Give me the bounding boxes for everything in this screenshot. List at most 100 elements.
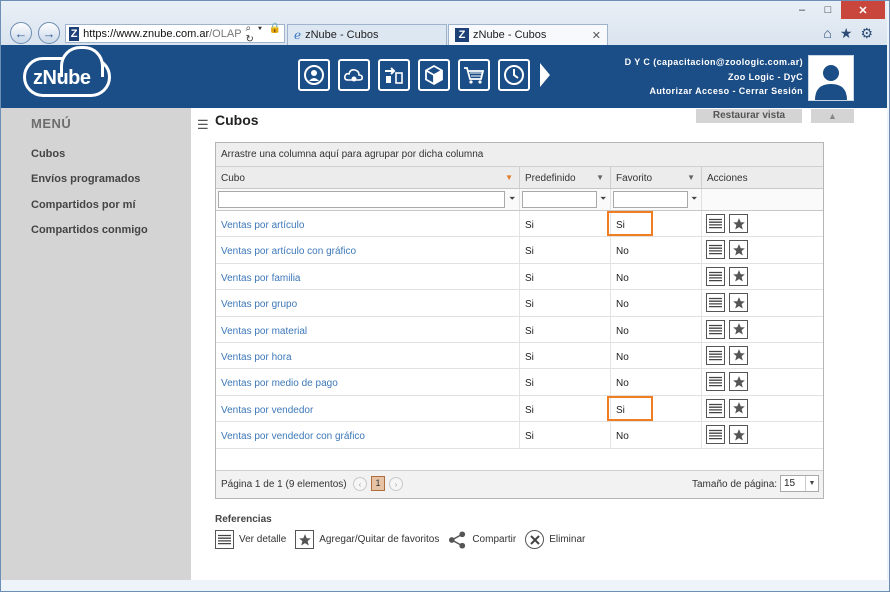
cube-name-link[interactable]: Ventas por artículo con gráfico [216,237,520,263]
predefinido-value: Si [520,395,611,422]
cube-name-link[interactable]: Ventas por vendedor con gráfico [216,422,520,448]
star-icon[interactable] [729,345,748,365]
cube-name-link[interactable]: Ventas por medio de pago [216,369,520,395]
next-page-button[interactable]: › [389,477,403,491]
filter-cell-predefinido: ⏷ [520,189,611,210]
cube-icon[interactable] [418,59,450,91]
star-icon[interactable] [729,372,748,392]
browser-tab-1[interactable]: ℯ zNube - Cubos [287,24,447,45]
grid-header-row: Cubo ▼ Predefinido ▼ Favorito ▼ Acciones [216,167,823,189]
logout-link[interactable]: Cerrar Sesión [739,86,803,96]
authorize-access-link[interactable]: Autorizar Acceso [649,86,729,96]
cloud-settings-icon[interactable] [338,59,370,91]
references-legend: Ver detalle Agregar/Quitar de favoritos … [215,530,594,549]
clock-icon[interactable] [498,59,530,91]
filter-icon[interactable]: ▼ [596,173,604,182]
page-size-select[interactable]: 15 ▼ [780,475,819,492]
cube-name-link[interactable]: Ventas por vendedor [216,395,520,422]
forward-button[interactable]: → [38,22,60,44]
tab-close-icon[interactable]: ✕ [592,29,601,42]
home-icon[interactable]: ⌂ [823,25,831,42]
transfer-icon[interactable] [378,59,410,91]
sidebar-item-compartidos-por-mi[interactable]: Compartidos por mí [31,199,136,211]
list-detail-icon[interactable] [706,240,725,260]
tab-title: zNube - Cubos [473,29,547,41]
avatar[interactable] [808,55,854,101]
filter-input-predefinido[interactable] [522,191,597,208]
cube-name-link[interactable]: Ventas por grupo [216,290,520,316]
gear-icon[interactable]: ⚙ [860,25,873,42]
list-detail-icon[interactable] [706,293,725,313]
filter-input-cubo[interactable] [218,191,505,208]
current-page-button[interactable]: 1 [371,476,385,491]
main-content: ☰ Cubos Restaurar vista ▲ Arrastre una c… [191,108,887,580]
sidebar-item-envios-programados[interactable]: Envíos programados [31,173,140,185]
filter-funnel-icon[interactable]: ⏷ [509,194,515,204]
star-icon[interactable] [729,293,748,313]
star-icon[interactable] [729,319,748,339]
chevron-down-icon[interactable]: ▼ [805,476,818,491]
list-detail-icon[interactable] [706,319,725,339]
cube-name-link[interactable]: Ventas por familia [216,263,520,290]
filter-row: ⏷ ⏷ ⏷ [216,189,823,211]
column-header-predefinido[interactable]: Predefinido ▼ [520,167,611,188]
back-button[interactable]: ← [10,22,32,44]
star-icon[interactable] [729,398,748,418]
list-detail-icon[interactable] [706,398,725,418]
list-detail-icon[interactable] [706,266,725,286]
address-bar[interactable]: Z https://www.znube.com.ar/OLAP ⌕ ▾ 🔒 ↻ [65,23,285,45]
url-path: /OLAP [209,27,242,40]
reference-favoritos: Agregar/Quitar de favoritos [295,530,439,549]
filter-input-favorito[interactable] [613,191,688,208]
column-header-favorito[interactable]: Favorito ▼ [611,167,702,188]
minimize-button[interactable]: – [789,1,815,19]
list-detail-icon[interactable] [706,425,725,445]
column-header-cubo[interactable]: Cubo ▼ [216,167,520,188]
filter-icon[interactable]: ▼ [687,173,695,182]
star-icon[interactable] [729,266,748,286]
prev-page-button[interactable]: ‹ [353,477,367,491]
favorito-cell: No [611,263,702,290]
cube-name-link[interactable]: Ventas por hora [216,342,520,369]
filter-funnel-icon[interactable]: ⏷ [600,194,606,204]
cart-icon[interactable] [458,59,490,91]
next-arrow-icon[interactable] [538,59,552,91]
user-company: Zoo Logic - DyC [728,71,803,82]
list-detail-icon[interactable] [706,372,725,392]
star-icon[interactable] [729,425,748,445]
actions-cell [702,237,823,262]
maximize-button[interactable]: □ [815,1,841,19]
page-size-value: 15 [784,478,796,489]
predefinido-value: Si [520,290,611,316]
collapse-button[interactable]: ▲ [811,109,854,123]
address-tools[interactable]: ⌕ ▾ 🔒 ↻ [246,23,284,45]
close-window-button[interactable]: ✕ [841,1,885,19]
star-icon[interactable] [729,214,748,233]
table-row: Ventas por artículo con gráfico Si No [216,237,823,264]
sidebar-item-compartidos-conmigo[interactable]: Compartidos conmigo [31,224,148,236]
predefinido-value: Si [520,342,611,369]
star-icon[interactable]: ★ [840,25,853,42]
cube-name-link[interactable]: Ventas por material [216,316,520,342]
filter-active-icon[interactable]: ▼ [505,173,513,182]
browser-chrome: – □ ✕ ← → Z https://www.znube.com.ar/OLA… [1,1,887,45]
star-icon[interactable] [729,240,748,260]
list-detail-icon[interactable] [706,345,725,365]
column-header-acciones: Acciones [702,167,823,188]
page-title: Cubos [215,112,259,128]
sync-user-icon[interactable] [298,59,330,91]
browser-tab-2[interactable]: Z zNube - Cubos ✕ [448,24,608,45]
cube-name-link[interactable]: Ventas por artículo [216,211,520,237]
list-detail-icon[interactable] [706,214,725,233]
znube-logo[interactable]: zNube [21,46,116,99]
filter-funnel-icon[interactable]: ⏷ [691,194,697,204]
group-panel[interactable]: Arrastre una columna aquí para agrupar p… [216,143,823,167]
separator: - [732,86,736,96]
hamburger-menu-icon[interactable]: ☰ [197,117,209,133]
table-row: Ventas por grupo Si No [216,290,823,317]
sidebar-item-cubos[interactable]: Cubos [31,148,65,160]
reference-label: Compartir [472,534,517,545]
grid-body: Ventas por artículo Si Si Ventas por artícu… [216,211,823,449]
tab-title: zNube - Cubos [305,29,379,41]
restore-view-button[interactable]: Restaurar vista [696,109,802,123]
